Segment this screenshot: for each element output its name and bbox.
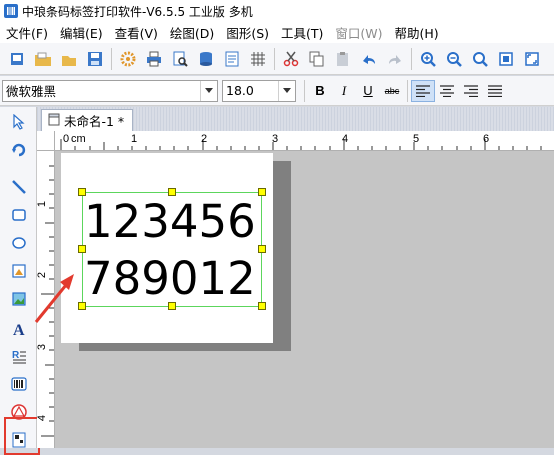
- copy-icon[interactable]: [306, 48, 328, 70]
- menu-tools[interactable]: 工具(T): [275, 23, 329, 42]
- app-logo-icon: [4, 4, 18, 18]
- align-right-button[interactable]: [459, 80, 483, 102]
- menu-help[interactable]: 帮助(H): [389, 23, 445, 42]
- ruler-unit-label: cm: [71, 133, 86, 145]
- italic-button[interactable]: I: [332, 80, 356, 102]
- rotate-icon[interactable]: [8, 139, 30, 161]
- new-document-icon[interactable]: [6, 48, 28, 70]
- align-left-button[interactable]: [411, 79, 435, 102]
- cut-icon[interactable]: [280, 48, 302, 70]
- select-arrow-icon[interactable]: [8, 111, 30, 133]
- title-bar: 中琅条码标签打印软件-V6.5.5 工业版 多机: [0, 0, 554, 22]
- paste-icon[interactable]: [332, 48, 354, 70]
- font-name-value: 微软雅黑: [6, 84, 57, 99]
- font-size-select[interactable]: 18.0: [222, 79, 296, 102]
- menu-file[interactable]: 文件(F): [0, 23, 54, 42]
- align-justify-button[interactable]: [483, 80, 507, 102]
- ruler-number: 3: [272, 133, 279, 145]
- zoom-out-icon[interactable]: [443, 48, 465, 70]
- horizontal-ruler-ticks: [60, 139, 542, 150]
- vertical-ruler: 1 2 3 4: [37, 151, 55, 448]
- open-file-icon[interactable]: [58, 48, 80, 70]
- picture-tool-icon[interactable]: [8, 288, 30, 310]
- underline-button[interactable]: U: [356, 80, 380, 102]
- image-tool-icon[interactable]: [8, 260, 30, 282]
- zoom-in-icon[interactable]: [417, 48, 439, 70]
- ellipse-tool-icon[interactable]: [8, 232, 30, 254]
- line-tool-icon[interactable]: [8, 176, 30, 198]
- align-center-button[interactable]: [435, 80, 459, 102]
- ruler-corner: [37, 131, 55, 151]
- toolbar-separator: [274, 47, 275, 70]
- grid-icon[interactable]: [247, 48, 269, 70]
- document-icon: [48, 113, 60, 129]
- resize-handle[interactable]: [258, 245, 266, 253]
- svg-text:A: A: [13, 322, 25, 337]
- svg-text:R: R: [12, 350, 20, 361]
- toolbar-separator: [407, 79, 408, 102]
- bold-button[interactable]: B: [308, 80, 332, 102]
- open-folder-icon[interactable]: [32, 48, 54, 70]
- label-text-line-1: 123456: [84, 195, 256, 248]
- chevron-down-icon[interactable]: [200, 80, 217, 101]
- font-size-value: 18.0: [226, 83, 254, 98]
- ruler-number: 6: [483, 133, 490, 145]
- resize-handle[interactable]: [258, 302, 266, 310]
- format-toolbar: 微软雅黑 18.0 B I U abc: [0, 76, 554, 106]
- print-icon[interactable]: [143, 48, 165, 70]
- redo-icon[interactable]: [384, 48, 406, 70]
- ruler-number: 1: [37, 200, 49, 208]
- menu-bar: 文件(F) 编辑(E) 查看(V) 绘图(D) 图形(S) 工具(T) 窗口(W…: [0, 22, 554, 43]
- label-document-icon[interactable]: [221, 48, 243, 70]
- rectangle-tool-icon[interactable]: [8, 204, 30, 226]
- ruler-number: 4: [342, 133, 349, 145]
- ruler-number: 1: [131, 133, 138, 145]
- print-preview-icon[interactable]: [169, 48, 191, 70]
- menu-view[interactable]: 查看(V): [109, 23, 164, 42]
- actual-size-icon[interactable]: [521, 48, 543, 70]
- ruler-zero-label: 0: [63, 133, 70, 145]
- toolbar-separator: [304, 79, 305, 102]
- barcode-tool-icon[interactable]: [8, 373, 30, 395]
- font-name-select[interactable]: 微软雅黑: [2, 79, 218, 102]
- label-text-line-2: 789012: [84, 252, 256, 305]
- save-icon[interactable]: [84, 48, 106, 70]
- menu-draw[interactable]: 绘图(D): [164, 23, 220, 42]
- chevron-down-icon[interactable]: [278, 80, 295, 101]
- tab-document[interactable]: 未命名-1 *: [41, 109, 134, 131]
- horizontal-ruler: 0 cm 1 2 3 4 5 6: [55, 131, 554, 151]
- text-tool-highlight: [4, 417, 40, 455]
- settings-gear-icon[interactable]: [117, 48, 139, 70]
- menu-shape[interactable]: 图形(S): [220, 23, 275, 42]
- tab-title: 未命名-1 *: [64, 114, 125, 129]
- fit-page-icon[interactable]: [495, 48, 517, 70]
- text-tool-icon[interactable]: A: [8, 318, 30, 340]
- vertical-ruler-ticks: [41, 165, 54, 437]
- ruler-number: 4: [37, 414, 49, 422]
- design-canvas[interactable]: 123456 789012: [55, 151, 554, 448]
- database-icon[interactable]: [195, 48, 217, 70]
- window-title: 中琅条码标签打印软件-V6.5.5 工业版 多机: [22, 4, 253, 19]
- strikethrough-button[interactable]: abc: [380, 80, 404, 102]
- resize-handle[interactable]: [258, 188, 266, 196]
- ruler-number: 2: [37, 271, 49, 279]
- ruler-number: 2: [201, 133, 208, 145]
- label-page[interactable]: 123456 789012: [61, 153, 273, 343]
- toolbar-separator: [411, 47, 412, 70]
- zoom-icon[interactable]: [469, 48, 491, 70]
- menu-window[interactable]: 窗口(W): [329, 23, 388, 42]
- document-tab-bar: 未命名-1 *: [37, 107, 554, 131]
- main-toolbar: [0, 43, 554, 75]
- ruler-number: 3: [37, 343, 49, 351]
- toolbar-separator: [111, 47, 112, 70]
- ruler-number: 5: [413, 133, 420, 145]
- rich-text-tool-icon[interactable]: R: [8, 345, 30, 367]
- undo-icon[interactable]: [358, 48, 380, 70]
- menu-edit[interactable]: 编辑(E): [54, 23, 109, 42]
- drawing-toolbox: A R: [0, 107, 40, 455]
